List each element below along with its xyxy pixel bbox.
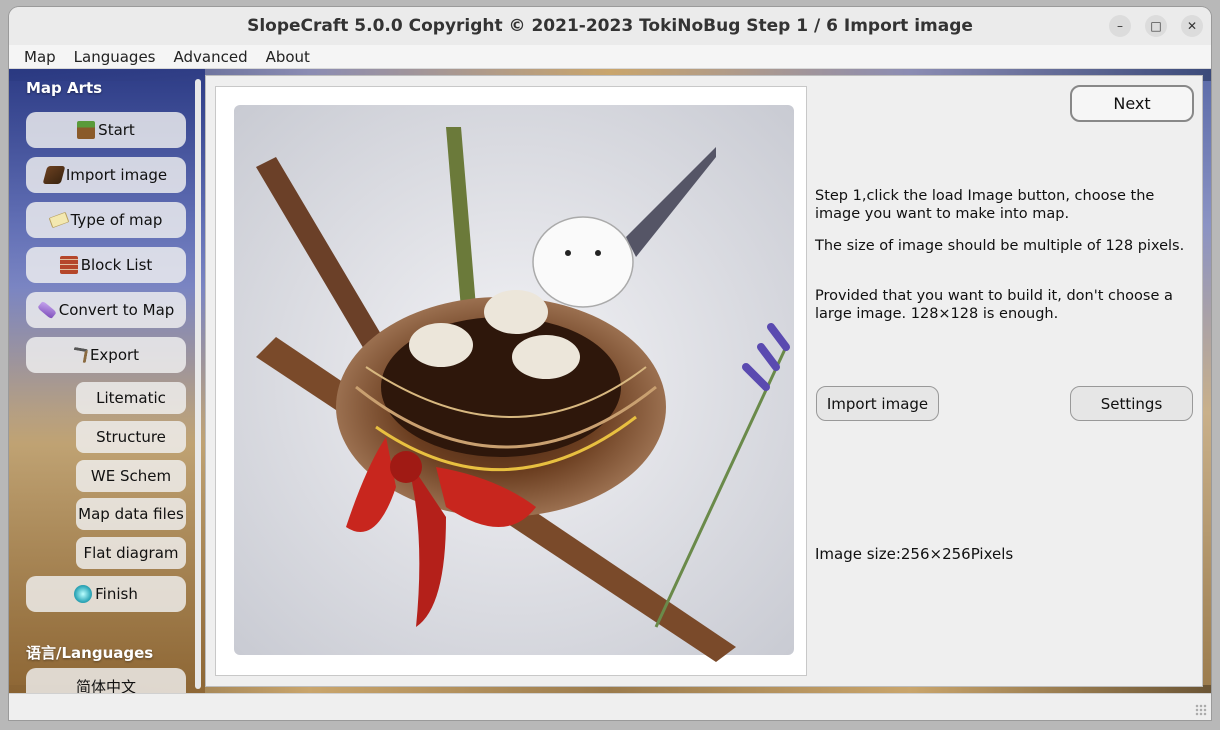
settings-button[interactable]: Settings: [1070, 386, 1193, 421]
lang-simplified-chinese[interactable]: 简体中文: [26, 668, 186, 693]
menu-advanced[interactable]: Advanced: [165, 48, 257, 66]
sidebar-item-import-image[interactable]: Import image: [26, 157, 186, 193]
potion-icon: [36, 300, 57, 320]
sidebar-item-start[interactable]: Start: [26, 112, 186, 148]
status-bar: [9, 693, 1211, 720]
sidebar-item-label: Finish: [95, 585, 138, 603]
sidebar-item-label: Block List: [80, 256, 153, 274]
image-preview: [215, 86, 807, 676]
export-structure[interactable]: Structure: [76, 421, 186, 453]
instruction-build: Provided that you want to build it, don'…: [815, 288, 1173, 322]
minimize-icon[interactable]: –: [1109, 15, 1131, 37]
menu-languages[interactable]: Languages: [65, 48, 165, 66]
menu-bar: Map Languages Advanced About: [9, 45, 1211, 69]
export-flat-diagram[interactable]: Flat diagram: [76, 537, 186, 569]
menu-map[interactable]: Map: [15, 48, 65, 66]
maximize-icon[interactable]: □: [1145, 15, 1167, 37]
sidebar-item-export[interactable]: Export: [26, 337, 186, 373]
export-we-schem[interactable]: WE Schem: [76, 460, 186, 492]
brick-icon: [59, 256, 78, 274]
export-litematic[interactable]: Litematic: [76, 382, 186, 414]
sidebar-item-finish[interactable]: Finish: [26, 576, 186, 612]
main-panel: Next Step 1,click the load Image button,…: [205, 75, 1203, 687]
next-button[interactable]: Next: [1070, 85, 1194, 122]
section-languages: 语言/Languages: [26, 644, 154, 662]
instruction-step1: Step 1,click the load Image button, choo…: [815, 188, 1155, 222]
title-bar: SlopeCraft 5.0.0 Copyright © 2021-2023 T…: [9, 7, 1211, 45]
image-size-label: Image size:256×256Pixels: [815, 545, 1014, 563]
sidebar-item-label: Import image: [65, 166, 168, 184]
book-icon: [42, 166, 66, 184]
export-map-data-files[interactable]: Map data files: [76, 498, 186, 530]
import-image-button[interactable]: Import image: [816, 386, 939, 421]
close-icon[interactable]: ✕: [1181, 15, 1203, 37]
sidebar-item-convert-to-map[interactable]: Convert to Map: [26, 292, 186, 328]
pickaxe-icon: [71, 346, 89, 364]
window-title: SlopeCraft 5.0.0 Copyright © 2021-2023 T…: [247, 16, 973, 36]
grass-block-icon: [77, 121, 96, 139]
bird-nest-painting: [234, 105, 794, 662]
sidebar-item-label: Convert to Map: [58, 301, 175, 319]
sidebar-item-label: Type of map: [70, 211, 163, 229]
sidebar-item-type-of-map[interactable]: Type of map: [26, 202, 186, 238]
diamond-icon: [74, 585, 93, 603]
sidebar-item-label: Export: [89, 346, 140, 364]
sidebar: Map Arts Start Import image Type of map …: [9, 69, 205, 693]
sidebar-item-label: Start: [98, 121, 135, 139]
menu-about[interactable]: About: [257, 48, 319, 66]
app-window: SlopeCraft 5.0.0 Copyright © 2021-2023 T…: [9, 7, 1211, 720]
map-icon: [48, 211, 69, 229]
instruction-size: The size of image should be multiple of …: [815, 238, 1185, 254]
section-map-arts: Map Arts: [26, 79, 103, 97]
resize-grip-icon[interactable]: [1195, 704, 1207, 716]
sidebar-item-block-list[interactable]: Block List: [26, 247, 186, 283]
sidebar-scrollbar[interactable]: [195, 79, 201, 689]
